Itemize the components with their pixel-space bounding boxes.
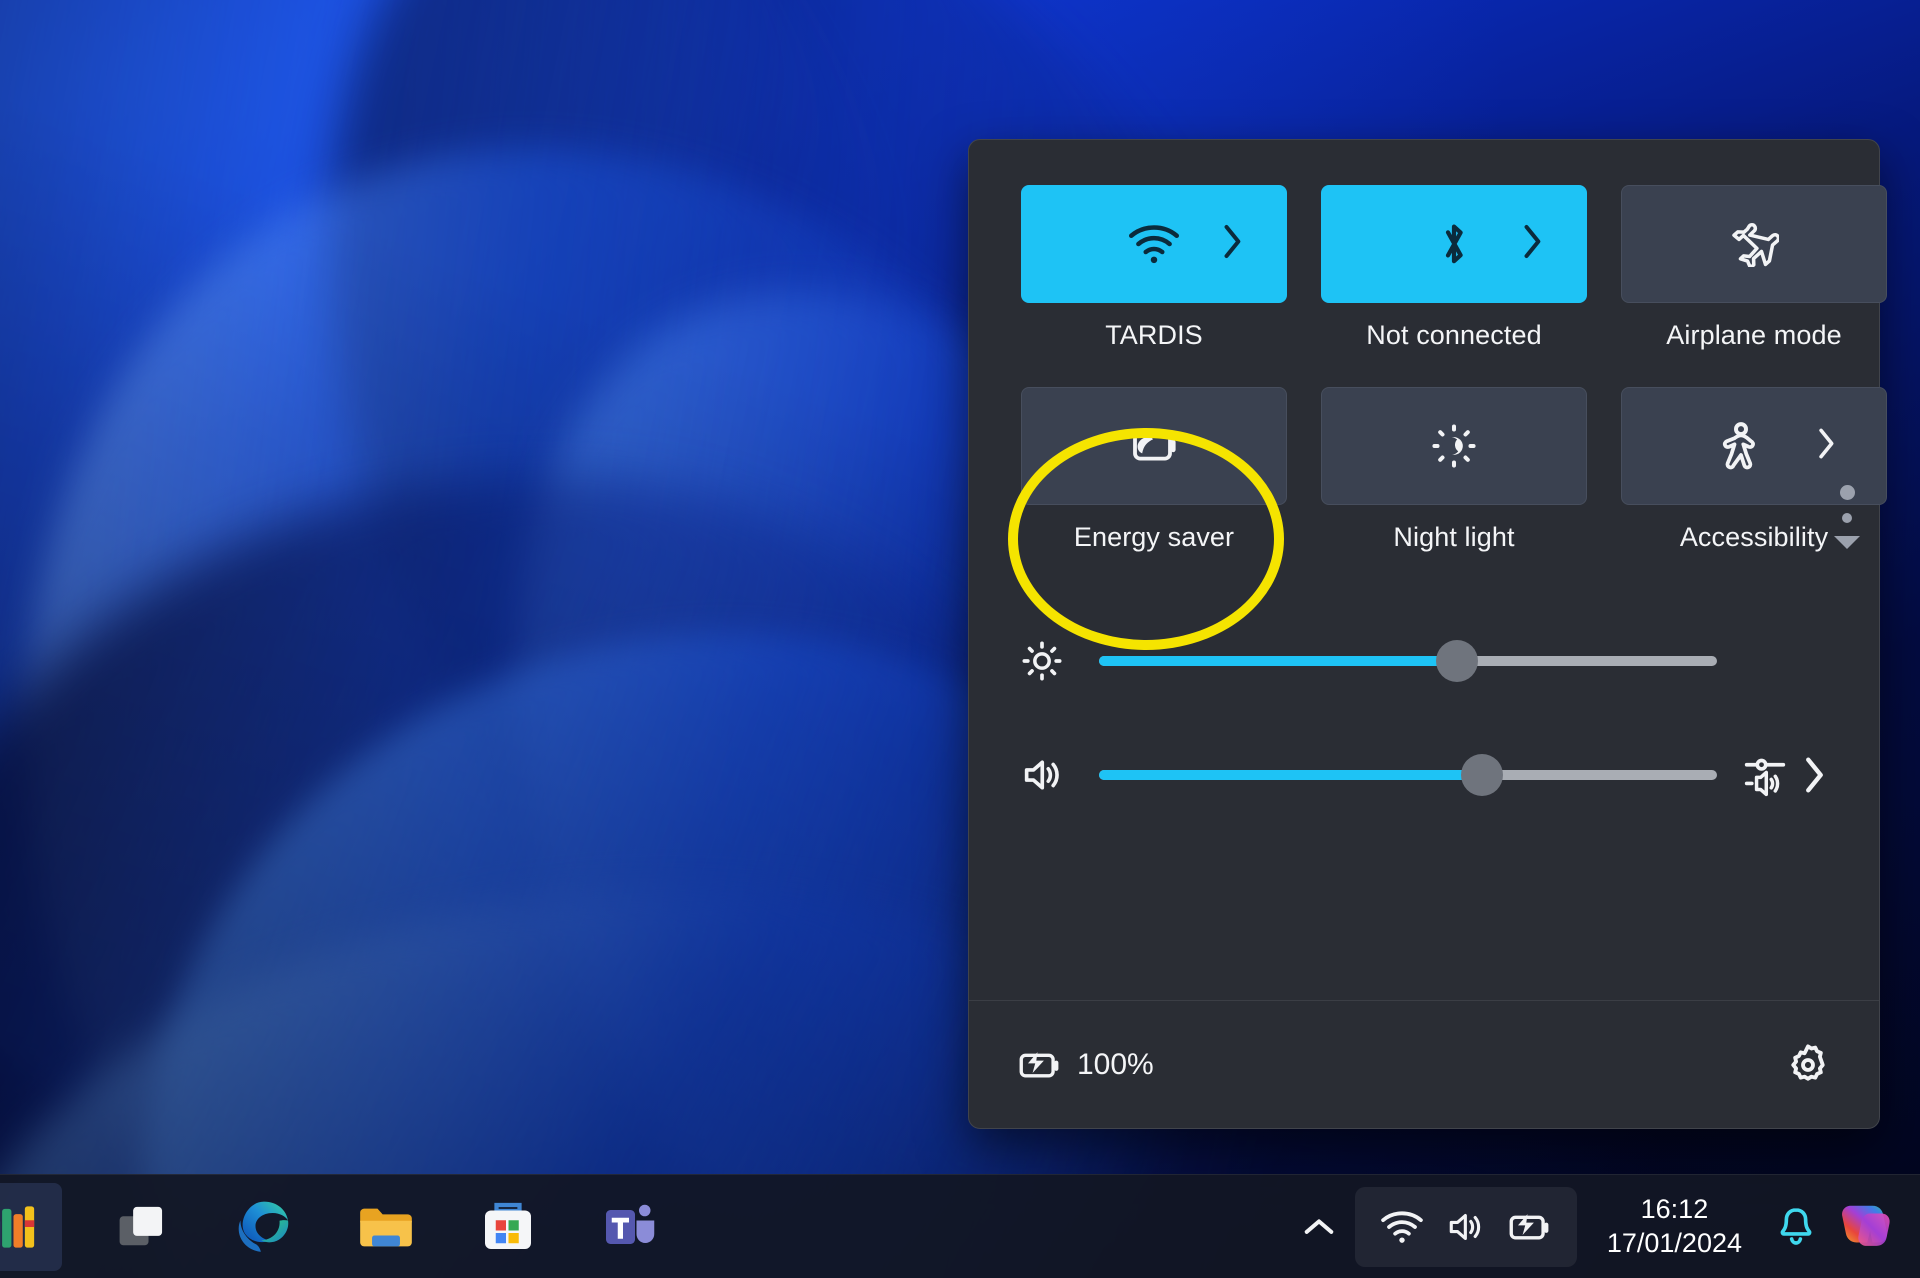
volume-slider-trailing	[1717, 753, 1827, 797]
night-light-icon	[1431, 423, 1477, 469]
airplane-icon	[1729, 221, 1779, 267]
wifi-icon	[1128, 222, 1180, 266]
battery-percent-label: 100%	[1077, 1047, 1154, 1081]
wifi-tile-button[interactable]	[1021, 185, 1287, 303]
page-indicator-dot-1[interactable]	[1839, 485, 1855, 500]
bluetooth-tile-label: Not connected	[1366, 320, 1542, 350]
bluetooth-tile-button[interactable]	[1321, 185, 1587, 303]
taskbar-task-view-button[interactable]	[94, 1183, 190, 1271]
quick-setting-airplane-mode[interactable]: Airplane mode	[1621, 185, 1887, 351]
volume-slider-fill	[1099, 770, 1483, 780]
battery-status[interactable]: 100%	[1017, 1048, 1154, 1082]
taskbar-widgets-button[interactable]	[0, 1182, 62, 1271]
clock-time: 16:12	[1640, 1193, 1709, 1224]
taskbar-teams-button[interactable]	[582, 1183, 678, 1271]
brightness-slider[interactable]	[1099, 640, 1717, 682]
page-indicator-dot-2[interactable]	[1842, 513, 1852, 523]
airplane-mode-tile-label: Airplane mode	[1666, 320, 1842, 350]
energy-saver-tile-label: Energy saver	[1073, 522, 1235, 552]
volume-slider-row	[1021, 731, 1827, 819]
quick-setting-night-light[interactable]: Night light	[1321, 387, 1587, 553]
wifi-icon	[1375, 1200, 1429, 1254]
quick-settings-tile-grid: TARDIS Not connected Airplane mode Energ…	[969, 140, 1887, 553]
quick-settings-panel: TARDIS Not connected Airplane mode Energ…	[968, 139, 1887, 1129]
taskbar-clock[interactable]: 16:12 17/01/2024	[1577, 1193, 1764, 1261]
wifi-tile-label: TARDIS	[1105, 320, 1203, 350]
volume-slider-thumb[interactable]	[1461, 754, 1504, 796]
audio-mixer-icon[interactable]	[1743, 753, 1787, 797]
chevron-down-icon[interactable]	[1834, 536, 1860, 549]
quick-settings-pager	[1831, 485, 1863, 549]
tile-row: Energy saver Night light Accessibility	[1021, 387, 1887, 553]
night-light-tile-button[interactable]	[1321, 387, 1587, 505]
energy-saver-icon	[1126, 427, 1182, 465]
airplane-mode-tile-button[interactable]	[1621, 185, 1887, 303]
taskbar-file-explorer-button[interactable]	[338, 1183, 434, 1271]
brightness-icon	[1021, 640, 1099, 682]
quick-setting-energy-saver[interactable]: Energy saver	[1021, 387, 1287, 553]
night-light-tile-label: Night light	[1393, 522, 1515, 552]
clock-date: 17/01/2024	[1606, 1227, 1742, 1258]
bluetooth-icon	[1434, 218, 1474, 270]
taskbar-system-tray: 16:12 17/01/2024	[1283, 1186, 1904, 1267]
tray-quick-settings-button[interactable]	[1354, 1186, 1577, 1267]
battery-charging-icon	[1017, 1048, 1063, 1082]
taskbar-edge-button[interactable]	[216, 1183, 312, 1271]
quick-settings-footer: 100%	[969, 1000, 1879, 1128]
chevron-up-icon[interactable]	[1283, 1187, 1355, 1267]
quick-settings-sliders	[969, 553, 1879, 819]
bluetooth-chevron-right-icon[interactable]	[1519, 222, 1545, 267]
taskbar-microsoft-store-button[interactable]	[460, 1183, 556, 1271]
brightness-slider-row	[1021, 617, 1827, 705]
accessibility-chevron-right-icon[interactable]	[1814, 426, 1838, 467]
volume-chevron-right-icon[interactable]	[1801, 754, 1827, 796]
tile-row: TARDIS Not connected Airplane mode	[1021, 185, 1887, 351]
brightness-slider-fill	[1099, 656, 1458, 666]
quick-setting-wifi[interactable]: TARDIS	[1021, 185, 1287, 351]
notification-bell-icon[interactable]	[1764, 1187, 1828, 1267]
volume-slider[interactable]	[1099, 754, 1717, 796]
gear-icon[interactable]	[1785, 1042, 1831, 1088]
accessibility-icon	[1720, 422, 1762, 470]
taskbar-app-list	[0, 1182, 678, 1271]
quick-setting-bluetooth[interactable]: Not connected	[1321, 185, 1587, 351]
brightness-slider-thumb[interactable]	[1436, 640, 1479, 682]
volume-icon	[1439, 1200, 1493, 1254]
accessibility-tile-label: Accessibility	[1679, 522, 1829, 552]
battery-charging-icon	[1503, 1200, 1557, 1254]
taskbar: 16:12 17/01/2024	[0, 1174, 1920, 1278]
volume-icon[interactable]	[1021, 755, 1099, 795]
wifi-chevron-right-icon[interactable]	[1219, 222, 1245, 267]
energy-saver-tile-button[interactable]	[1021, 387, 1287, 505]
copilot-icon[interactable]	[1828, 1187, 1904, 1267]
